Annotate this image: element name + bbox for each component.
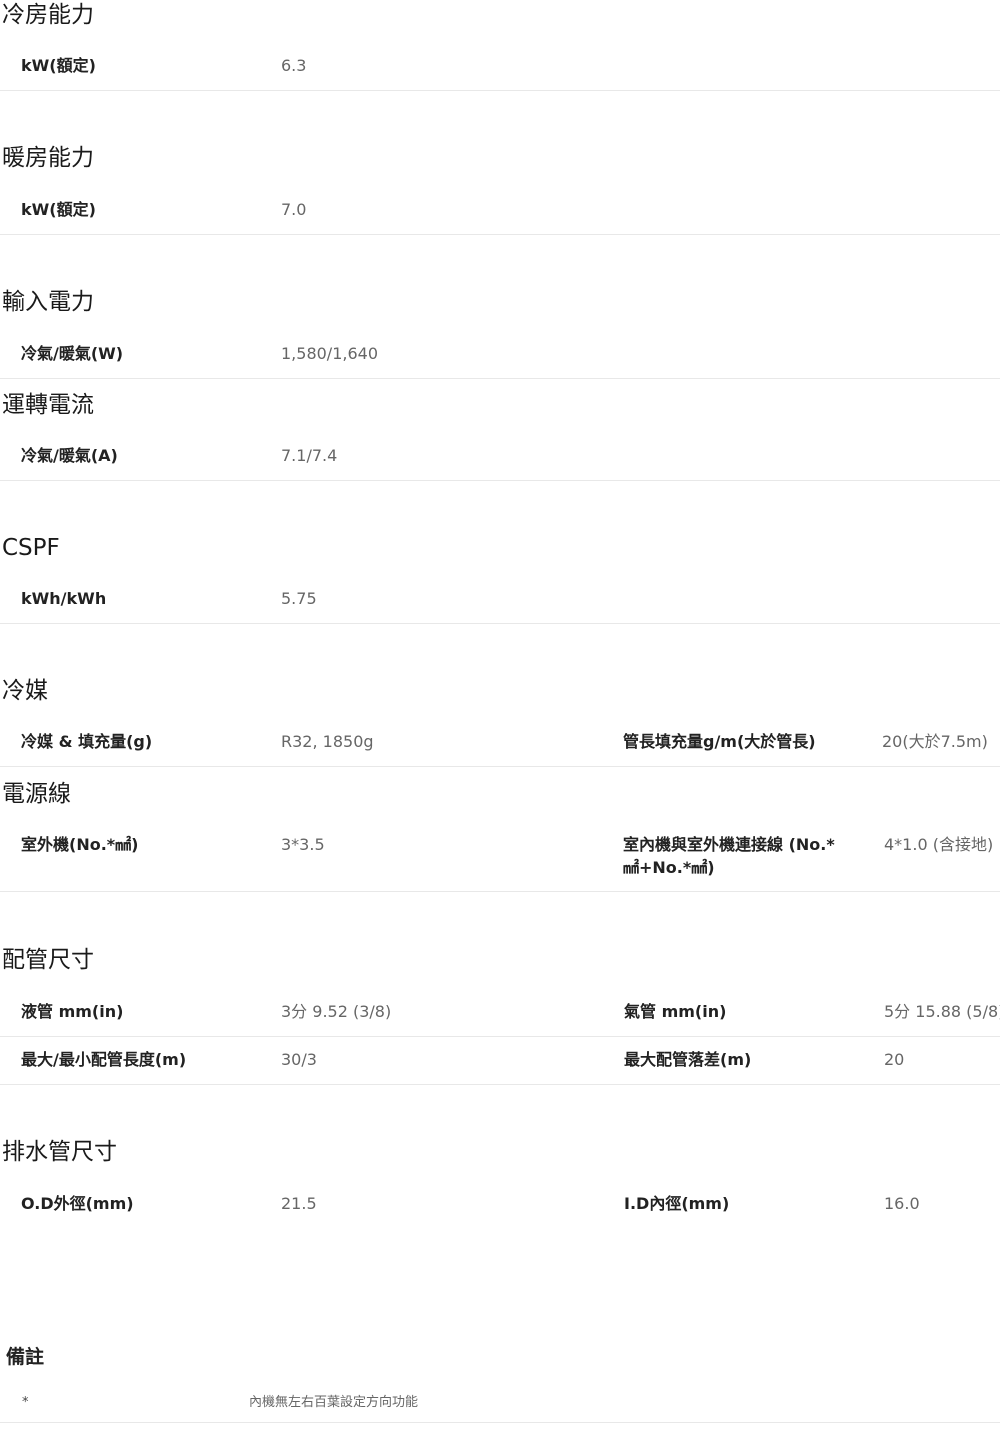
spec-value: 7.1/7.4	[281, 446, 338, 465]
spec-value: 3*3.5	[281, 835, 325, 854]
spec-value: 20	[884, 1050, 905, 1069]
spec-label: 液管 mm(in)	[21, 1002, 124, 1021]
section-title-input-power: 輸入電力	[2, 289, 94, 315]
spec-row-piping-size-1: 液管 mm(in) 3分 9.52 (3/8) 氣管 mm(in) 5分 15.…	[0, 990, 1000, 1037]
note-mark: *	[22, 1395, 29, 1410]
spec-value: 4*1.0 (含接地)	[884, 835, 994, 854]
spec-label: 最大配管落差(m)	[624, 1050, 752, 1069]
spec-row-heating-capacity: kW(額定) 7.0	[0, 188, 1000, 235]
spec-value: 3分 9.52 (3/8)	[281, 1002, 392, 1021]
section-title-piping-size: 配管尺寸	[2, 947, 94, 973]
section-title-power-cable: 電源線	[2, 781, 71, 807]
spec-row-cspf: kWh/kWh 5.75	[0, 577, 1000, 624]
section-title-drain-pipe-size: 排水管尺寸	[2, 1139, 117, 1165]
spec-label: I.D內徑(mm)	[624, 1194, 730, 1213]
spec-label: kW(額定)	[21, 200, 96, 219]
spec-label: 氣管 mm(in)	[624, 1002, 727, 1021]
spec-row-operating-current: 冷氣/暖氣(A) 7.1/7.4	[0, 434, 1000, 481]
spec-value: 21.5	[281, 1194, 317, 1213]
spec-label: 最大/最小配管長度(m)	[21, 1050, 187, 1069]
spec-value: 6.3	[281, 56, 307, 75]
spec-label: 室內機與室外機連接線 (No.*㎟+No.*㎟)	[623, 835, 835, 877]
spec-label: kW(額定)	[21, 56, 96, 75]
spec-row-piping-size-2: 最大/最小配管長度(m) 30/3 最大配管落差(m) 20	[0, 1037, 1000, 1085]
spec-row-drain-pipe-size: O.D外徑(mm) 21.5 I.D內徑(mm) 16.0	[0, 1182, 1000, 1228]
section-title-heating-capacity: 暖房能力	[2, 145, 94, 171]
spec-label: 冷媒 & 填充量(g)	[21, 732, 153, 751]
section-title-operating-current: 運轉電流	[2, 392, 94, 418]
spec-row-refrigerant: 冷媒 & 填充量(g) R32, 1850g 管長填充量g/m(大於管長) 20…	[0, 720, 1000, 767]
section-title-cooling-capacity: 冷房能力	[2, 2, 94, 28]
spec-row-cooling-capacity: kW(額定) 6.3	[0, 44, 1000, 91]
spec-value: 1,580/1,640	[281, 344, 378, 363]
spec-label: O.D外徑(mm)	[21, 1194, 134, 1213]
notes-row: * 內機無左右百葉設定方向功能	[0, 1386, 1000, 1423]
spec-row-input-power: 冷氣/暖氣(W) 1,580/1,640	[0, 332, 1000, 379]
spec-value: 5.75	[281, 589, 317, 608]
spec-value: 5分 15.88 (5/8)	[884, 1002, 1000, 1021]
spec-label: kWh/kWh	[21, 589, 107, 608]
spec-value: 16.0	[884, 1194, 920, 1213]
spec-value: 7.0	[281, 200, 307, 219]
section-title-cspf: CSPF	[2, 535, 60, 561]
spec-value: R32, 1850g	[281, 732, 374, 751]
spec-row-power-cable: 室外機(No.*㎟) 3*3.5 室內機與室外機連接線 (No.*㎟+No.*㎟…	[0, 823, 1000, 892]
spec-value: 20(大於7.5m)	[882, 732, 988, 751]
spec-label: 室外機(No.*㎟)	[21, 835, 139, 854]
note-text: 內機無左右百葉設定方向功能	[249, 1395, 419, 1410]
spec-label: 冷氣/暖氣(W)	[21, 344, 124, 363]
spec-label: 冷氣/暖氣(A)	[21, 446, 118, 465]
spec-value: 30/3	[281, 1050, 317, 1069]
spec-label: 管長填充量g/m(大於管長)	[623, 732, 816, 751]
notes-title: 備註	[6, 1346, 45, 1368]
section-title-refrigerant: 冷媒	[2, 678, 48, 704]
